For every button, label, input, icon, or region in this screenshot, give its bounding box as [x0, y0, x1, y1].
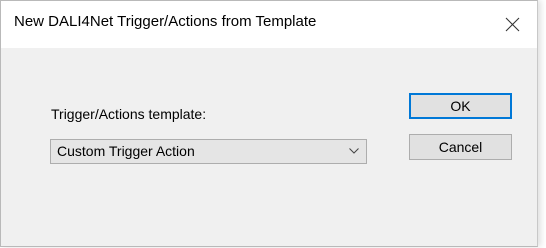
- template-dropdown-value: Custom Trigger Action: [57, 143, 195, 159]
- window-title: New DALI4Net Trigger/Actions from Templa…: [14, 13, 317, 30]
- dialog-body: Trigger/Actions template: Custom Trigger…: [1, 48, 537, 248]
- template-dropdown[interactable]: Custom Trigger Action: [50, 139, 367, 164]
- ok-button[interactable]: OK: [409, 93, 512, 119]
- title-bar[interactable]: New DALI4Net Trigger/Actions from Templa…: [1, 1, 537, 48]
- cancel-button[interactable]: Cancel: [409, 134, 512, 160]
- close-button[interactable]: [491, 1, 537, 48]
- dialog-window: New DALI4Net Trigger/Actions from Templa…: [0, 0, 538, 247]
- close-icon: [505, 17, 520, 32]
- template-label: Trigger/Actions template:: [51, 106, 207, 122]
- chevron-down-icon: [349, 148, 359, 154]
